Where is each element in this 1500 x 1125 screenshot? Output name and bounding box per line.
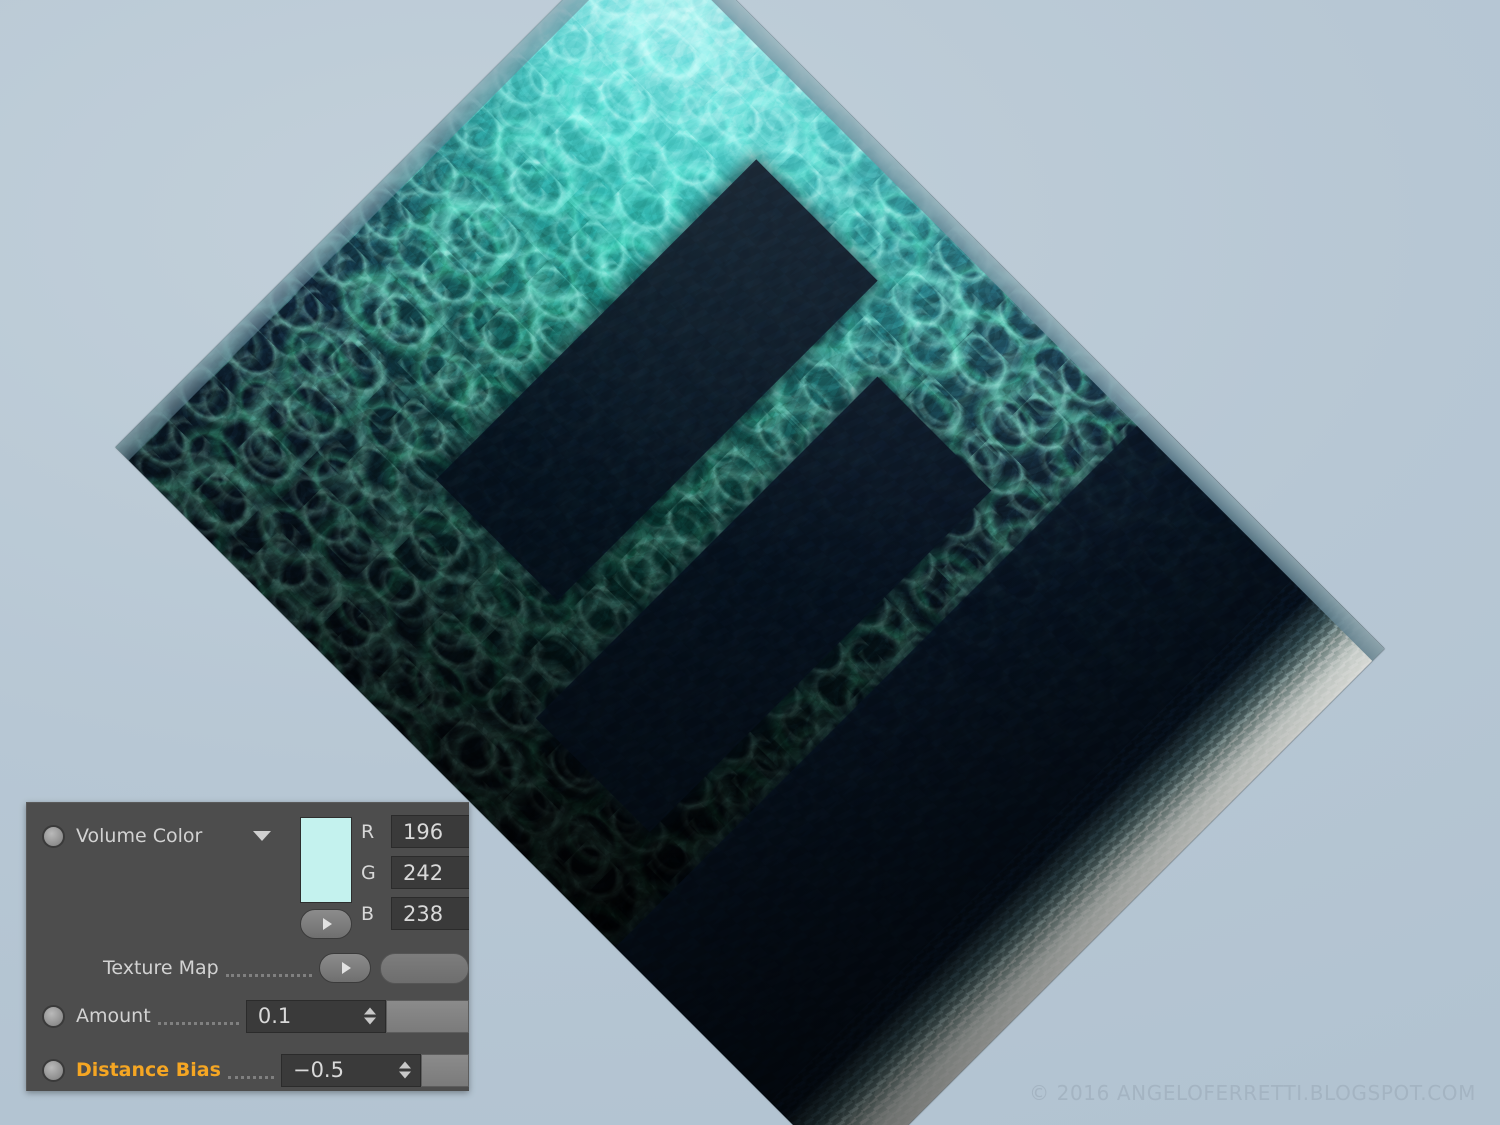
chevron-down-icon[interactable] bbox=[253, 831, 271, 841]
amount-label: Amount bbox=[76, 1005, 151, 1027]
rgb-channel-b[interactable]: B 238 bbox=[361, 897, 469, 930]
texture-map-browse-button[interactable] bbox=[319, 953, 372, 983]
row-texture-map[interactable]: Texture Map bbox=[27, 945, 469, 991]
dotted-leader bbox=[227, 1075, 274, 1079]
stepper-down-icon[interactable] bbox=[363, 1017, 376, 1025]
rgb-channel-r[interactable]: R 196 bbox=[361, 815, 469, 848]
rgb-channel-group: R 196 G 242 B 238 bbox=[361, 815, 469, 930]
distance-bias-input[interactable]: −0.5 bbox=[280, 1053, 421, 1087]
row-amount[interactable]: Amount 0.1 bbox=[27, 993, 469, 1039]
distance-bias-stepper[interactable] bbox=[398, 1061, 411, 1079]
channel-input-g[interactable]: 242 bbox=[391, 856, 469, 889]
distance-bias-label: Distance Bias bbox=[76, 1059, 221, 1081]
stepper-up-icon[interactable] bbox=[363, 1007, 376, 1015]
material-settings-panel[interactable]: Volume Color R 196 G 242 B 238 Texture M… bbox=[26, 802, 469, 1091]
texture-map-input[interactable] bbox=[380, 952, 469, 984]
arrow-right-icon bbox=[323, 918, 332, 930]
dotted-leader bbox=[157, 1021, 239, 1025]
row-distance-bias[interactable]: Distance Bias −0.5 bbox=[27, 1047, 469, 1091]
distance-bias-value: −0.5 bbox=[292, 1058, 344, 1082]
rgb-channel-g[interactable]: G 242 bbox=[361, 856, 469, 889]
channel-label-g: G bbox=[361, 861, 376, 884]
amount-value: 0.1 bbox=[257, 1004, 292, 1028]
stepper-up-icon[interactable] bbox=[398, 1061, 411, 1069]
copyright-watermark: © 2016 ANGELOFERRETTI.BLOGSPOT.COM bbox=[1029, 1081, 1476, 1105]
volume-color-picker-button[interactable] bbox=[300, 909, 352, 939]
distance-bias-slider[interactable] bbox=[420, 1053, 469, 1087]
channel-input-b[interactable]: 238 bbox=[391, 897, 469, 930]
amount-input[interactable]: 0.1 bbox=[245, 999, 386, 1033]
dotted-leader bbox=[225, 973, 313, 977]
channel-label-r: R bbox=[361, 820, 375, 843]
amount-animate-radio-icon[interactable] bbox=[42, 1004, 65, 1028]
channel-label-b: B bbox=[361, 902, 375, 925]
arrow-right-icon-button[interactable] bbox=[300, 909, 352, 939]
arrow-right-icon bbox=[342, 962, 352, 974]
texture-map-label: Texture Map bbox=[103, 957, 219, 979]
distance-bias-animate-radio-icon[interactable] bbox=[42, 1058, 65, 1082]
volume-color-swatch[interactable] bbox=[300, 817, 352, 903]
amount-slider[interactable] bbox=[385, 999, 469, 1033]
stepper-down-icon[interactable] bbox=[398, 1071, 411, 1079]
amount-stepper[interactable] bbox=[363, 1007, 376, 1025]
volume-color-animate-radio-icon[interactable] bbox=[42, 824, 65, 848]
channel-input-r[interactable]: 196 bbox=[391, 815, 469, 848]
screenshot-root: © 2016 ANGELOFERRETTI.BLOGSPOT.COM Volum… bbox=[0, 0, 1500, 1125]
volume-color-label: Volume Color bbox=[76, 825, 203, 847]
